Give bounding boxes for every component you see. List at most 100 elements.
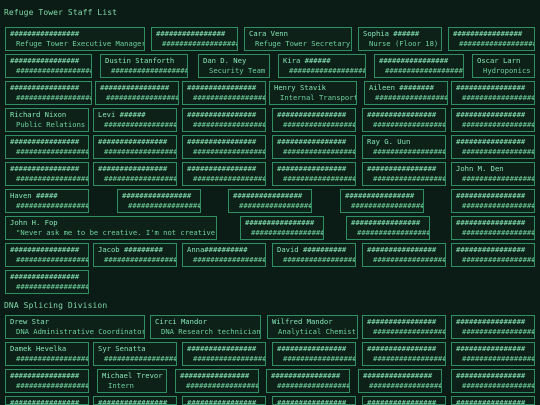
- staff-card[interactable]: ################ ##################: [5, 162, 89, 186]
- staff-card[interactable]: Damek Hevelka ##################: [5, 342, 89, 366]
- staff-card[interactable]: Haven ##### ##################: [5, 189, 89, 213]
- staff-card[interactable]: ################ ##################: [228, 189, 312, 213]
- staff-card[interactable]: ################ ##################: [151, 27, 238, 51]
- staff-card[interactable]: ################: [272, 396, 356, 405]
- staff-card[interactable]: John M. Den ##################: [451, 162, 535, 186]
- staff-name: Oscar Larn: [477, 56, 521, 65]
- staff-card[interactable]: ################ ##################: [346, 216, 430, 240]
- staff-role: Public Relations: [16, 120, 86, 129]
- staff-card[interactable]: ################ ##################: [182, 108, 266, 132]
- staff-card[interactable]: ################ ##################: [451, 369, 535, 393]
- staff-card[interactable]: ################ ##################: [5, 270, 89, 294]
- staff-card[interactable]: ################ ##################: [182, 342, 266, 366]
- staff-card[interactable]: ################ ##################: [272, 162, 356, 186]
- staff-card[interactable]: Circi Mandor DNA Research technician: [150, 315, 261, 339]
- staff-card[interactable]: Michael Trevor Intern: [97, 369, 167, 393]
- staff-name: Aileen ########: [369, 83, 434, 92]
- staff-card[interactable]: ################: [182, 396, 266, 405]
- staff-role: ##################: [106, 93, 179, 102]
- staff-card[interactable]: ################ ##################: [5, 54, 92, 78]
- staff-role: Internal Transport: [280, 93, 357, 102]
- staff-name: ################: [10, 83, 80, 92]
- staff-name: Drew Star: [10, 317, 49, 326]
- staff-role: ##################: [462, 354, 535, 363]
- staff-card[interactable]: ################ Refuge Tower Executive M…: [5, 27, 145, 51]
- staff-card[interactable]: ################ ##################: [5, 243, 89, 267]
- staff-card[interactable]: ################ ##################: [451, 189, 535, 213]
- staff-card[interactable]: ################ ##################: [362, 162, 446, 186]
- staff-card[interactable]: ################ ##################: [93, 135, 177, 159]
- staff-card[interactable]: ################ ##################: [175, 369, 259, 393]
- staff-role: ##################: [283, 354, 356, 363]
- staff-card[interactable]: Drew Star DNA Administrative Coordinator: [5, 315, 145, 339]
- staff-role: ##################: [462, 93, 535, 102]
- staff-card[interactable]: Levi ###### ##################: [93, 108, 177, 132]
- staff-name: ################: [187, 164, 257, 173]
- staff-card[interactable]: Sophia ###### Nurse (Floor 18): [358, 27, 442, 51]
- staff-card[interactable]: ################: [362, 396, 446, 405]
- staff-name: ################: [367, 245, 437, 254]
- staff-card[interactable]: ################ ##################: [182, 81, 266, 105]
- staff-card[interactable]: ################ ##################: [374, 54, 464, 78]
- staff-card[interactable]: ################ ##################: [362, 315, 446, 339]
- staff-card[interactable]: ################ ##################: [451, 243, 535, 267]
- staff-card[interactable]: Cara Venn Refuge Tower Secretary: [244, 27, 352, 51]
- staff-card[interactable]: ################ ##################: [95, 81, 179, 105]
- staff-card[interactable]: Dan D. Ney Security Team: [198, 54, 270, 78]
- staff-card[interactable]: ################ ##################: [451, 108, 535, 132]
- staff-card[interactable]: ################ ##################: [451, 342, 535, 366]
- staff-card[interactable]: ################ ##################: [451, 81, 535, 105]
- staff-card[interactable]: John H. Fop "Never ask me to be creative.…: [5, 216, 217, 240]
- staff-card[interactable]: Ray G. Uun ##################: [362, 135, 446, 159]
- staff-role: ##################: [462, 174, 535, 183]
- staff-card[interactable]: ################: [93, 396, 177, 405]
- staff-card[interactable]: Oscar Larn Hydroponics: [472, 54, 535, 78]
- staff-card[interactable]: ################ ##################: [240, 216, 324, 240]
- staff-card[interactable]: Anna########## ##################: [182, 243, 266, 267]
- staff-name: Cara Venn: [249, 29, 288, 38]
- staff-card[interactable]: ################ ##################: [272, 342, 356, 366]
- staff-card[interactable]: ################ ##################: [5, 135, 89, 159]
- staff-role: ##################: [373, 147, 446, 156]
- staff-card[interactable]: ################ ##################: [451, 135, 535, 159]
- staff-role: ##################: [373, 255, 446, 264]
- staff-card[interactable]: ################: [5, 396, 89, 405]
- staff-role: ##################: [462, 147, 535, 156]
- staff-card[interactable]: ################ ##################: [93, 162, 177, 186]
- staff-card[interactable]: ################ ##################: [362, 342, 446, 366]
- staff-card[interactable]: Richard Nixon Public Relations: [5, 108, 89, 132]
- staff-card[interactable]: Aileen ######## ##################: [364, 81, 448, 105]
- staff-card[interactable]: Kira ###### ##################: [278, 54, 366, 78]
- staff-card[interactable]: ################ ##################: [5, 369, 89, 393]
- staff-name: ################: [367, 110, 437, 119]
- staff-card[interactable]: ################ ##################: [358, 369, 442, 393]
- staff-card[interactable]: Dustin Stanforth ##################: [100, 54, 188, 78]
- staff-card[interactable]: ################ ##################: [451, 216, 535, 240]
- staff-card[interactable]: ################ ##################: [117, 189, 201, 213]
- staff-card[interactable]: ################ ##################: [266, 369, 350, 393]
- staff-card[interactable]: ################ ##################: [182, 135, 266, 159]
- staff-card[interactable]: ################ ##################: [362, 108, 446, 132]
- staff-card[interactable]: ################ ##################: [448, 27, 535, 51]
- staff-card[interactable]: Syr Senatta ##################: [93, 342, 177, 366]
- staff-name: Michael Trevor: [102, 371, 163, 380]
- staff-card[interactable]: ################ ##################: [272, 135, 356, 159]
- staff-card[interactable]: ################ ##################: [451, 315, 535, 339]
- staff-card[interactable]: ################: [451, 396, 535, 405]
- staff-card[interactable]: ################ ##################: [5, 81, 92, 105]
- staff-role: ##################: [357, 228, 430, 237]
- staff-card[interactable]: ################ ##################: [362, 243, 446, 267]
- staff-card[interactable]: Wilfred Mandor Analytical Chemist: [267, 315, 358, 339]
- staff-card[interactable]: Henry Stavik Internal Transport: [269, 81, 357, 105]
- staff-card[interactable]: ################ ##################: [340, 189, 424, 213]
- staff-card[interactable]: David ########## ##################: [272, 243, 356, 267]
- staff-card[interactable]: ################ ##################: [272, 108, 356, 132]
- staff-name: ################: [367, 317, 437, 326]
- staff-card[interactable]: ################ ##################: [182, 162, 266, 186]
- staff-name: ################: [277, 344, 347, 353]
- staff-card[interactable]: Jacob ######### ##################: [93, 243, 177, 267]
- staff-role: ##################: [16, 147, 89, 156]
- staff-role: ##################: [193, 255, 266, 264]
- staff-name: ################: [187, 83, 257, 92]
- staff-name: ################: [456, 110, 526, 119]
